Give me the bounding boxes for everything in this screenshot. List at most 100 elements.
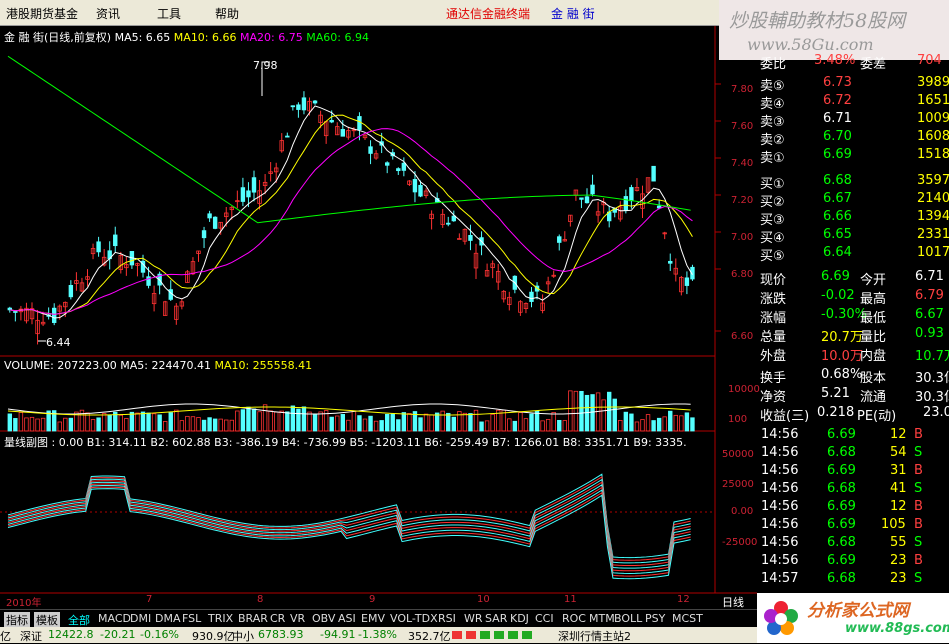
tab-emv[interactable]: EMV [361,612,385,625]
kline-chart[interactable] [0,26,757,609]
volume-bar [590,394,595,432]
period-label[interactable]: 日线 [722,594,744,610]
tab-trix[interactable]: TRIX [208,612,233,625]
tab-cci[interactable]: CCI [535,612,554,625]
volume-bar [101,413,107,432]
price-header-ma20: MA20: 6.75 [240,31,303,44]
menu-item-tools[interactable]: 工具 [157,5,181,22]
volume-bar [118,414,123,432]
volume-bar [407,413,412,432]
tab-fsl[interactable]: FSL [182,612,201,625]
tab-dma[interactable]: DMA [155,612,181,625]
x-axis-label: 12 [677,594,690,605]
tick-row: 14:56 6.68 41 S [757,480,949,498]
candle-body [446,222,451,225]
tab-vr[interactable]: VR [290,612,305,625]
volume-bar [68,417,74,432]
price-header-ma10: MA10: 6.66 [173,31,237,44]
stat-label: 外盘 [760,349,787,364]
tab-wr[interactable]: WR [464,612,483,625]
tab-asi[interactable]: ASI [338,612,356,625]
tab-指标[interactable]: 指标 [4,612,30,628]
tab-kdj[interactable]: KDJ [510,612,529,625]
volume-bar [290,405,296,432]
volume-bar [151,413,157,432]
tick-volume: 41 [890,481,907,496]
tick-price: 6.69 [827,553,856,568]
menu-item-news[interactable]: 资讯 [96,5,120,22]
stat-row: 总量 20.7万 量比 0.93 [757,325,949,345]
x-axis-label: 8 [257,594,264,605]
volume-bar [185,415,190,432]
volume-bar [35,418,40,432]
tab-roc[interactable]: ROC [562,612,586,625]
volume-bar [607,391,612,432]
stat-label: PE(动) [857,409,897,424]
tab-psy[interactable]: PSY [645,612,665,625]
volume-bar [157,414,162,432]
tick-volume: 105 [881,517,906,532]
tab-boll[interactable]: BOLL [614,612,642,625]
candle-body [529,291,534,302]
ask-row: 卖⑤ 6.73 3989 [757,74,949,94]
tab-brar[interactable]: BRAR [238,612,268,625]
volume-bar [473,409,479,432]
tab-mcst[interactable]: MCST [672,612,703,625]
tab-mtm[interactable]: MTM [589,612,615,625]
volume-bar [368,415,373,432]
tab-cr[interactable]: CR [270,612,285,625]
candle-body [312,100,318,104]
status-item: -0.16% [140,628,179,641]
bid-volume: 3597 [917,173,949,188]
ask-volume: 1651 [917,93,949,108]
bid-row: 买③ 6.66 1394 [757,208,949,228]
stat-label: 量比 [860,330,887,345]
x-axis-label: 9 [369,594,376,605]
stat-value: 0.68% [821,367,863,382]
tab-模板[interactable]: 模板 [34,612,60,628]
volume-bar [207,417,212,432]
volume-bar [268,410,273,432]
tick-direction: B [914,517,923,532]
candle-body [368,146,373,154]
tab-rsi[interactable]: RSI [438,612,456,625]
x-axis-label: 2010年 [6,598,42,609]
site-logo: 分析家公式网 www.88gs.com [757,593,949,643]
tab-全部[interactable]: 全部 [68,612,90,628]
tab-obv[interactable]: OBV [312,612,335,625]
tick-row: 14:57 6.68 23 S [757,570,949,588]
menu-item-hk-futures[interactable]: 港股期货基金 [6,5,78,22]
tab-dmi[interactable]: DMI [130,612,151,625]
tab-macd[interactable]: MACD [98,612,131,625]
volume-bar [329,416,334,432]
volume-bar [201,419,207,432]
volume-bar [490,413,495,432]
volume-bar [190,416,196,432]
volume-bar [351,410,357,432]
volume-bar [196,417,201,432]
stat-label: 今开 [860,273,887,288]
tick-volume: 55 [890,535,907,550]
tab-vol-tdx[interactable]: VOL-TDX [390,612,438,625]
bid-row: 买④ 6.65 2331 [757,226,949,246]
price-y-tick: 6.60 [731,331,754,342]
volume-bar [384,413,390,432]
volume-bar [146,412,151,432]
volume-bar [301,406,307,432]
tab-sar[interactable]: SAR [485,612,507,625]
stat-value: 23.0 [923,405,949,420]
order-ratio-row: 委比 3.48% 委差 704 [757,52,949,72]
volume-bar [357,415,362,432]
volume-bar [512,420,518,432]
volume-bar [262,404,268,432]
volume-bar [162,421,168,432]
volume-bar [418,417,423,432]
volume-bar [390,413,395,432]
volume-bar [529,413,534,432]
ask-volume: 1608 [917,129,949,144]
tick-row: 14:56 6.69 31 B [757,462,949,480]
stat-value: 6.67 [915,307,944,322]
stat-label: 涨幅 [760,311,787,326]
menu-item-help[interactable]: 帮助 [215,5,239,22]
tick-row: 14:56 6.69 12 B [757,426,949,444]
